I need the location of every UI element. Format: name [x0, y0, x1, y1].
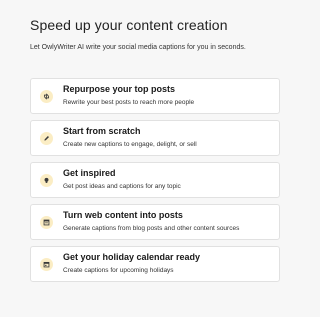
- option-get-inspired[interactable]: Get inspired Get post ideas and captions…: [30, 162, 280, 198]
- options-list: Repurpose your top posts Rewrite your be…: [30, 78, 280, 288]
- option-description: Generate captions from blog posts and ot…: [63, 225, 240, 232]
- option-description: Rewrite your best posts to reach more pe…: [63, 99, 195, 106]
- content-creation-panel: Speed up your content creation Let OwlyW…: [0, 0, 310, 317]
- lightbulb-icon: [40, 174, 53, 187]
- option-repurpose-top-posts[interactable]: Repurpose your top posts Rewrite your be…: [30, 78, 280, 114]
- web-content-icon: [40, 216, 53, 229]
- option-label: Get inspired: [63, 168, 116, 178]
- calendar-icon: [40, 258, 53, 271]
- option-holiday-calendar[interactable]: Get your holiday calendar ready Create c…: [30, 246, 280, 282]
- page-title: Speed up your content creation: [30, 17, 228, 33]
- option-web-content-to-posts[interactable]: Turn web content into posts Generate cap…: [30, 204, 280, 240]
- option-start-from-scratch[interactable]: Start from scratch Create new captions t…: [30, 120, 280, 156]
- pencil-icon: [40, 132, 53, 145]
- option-description: Create new captions to engage, delight, …: [63, 141, 197, 148]
- option-description: Get post ideas and captions for any topi…: [63, 183, 181, 190]
- option-label: Get your holiday calendar ready: [63, 252, 201, 262]
- page-subtitle: Let OwlyWriter AI write your social medi…: [30, 44, 246, 51]
- option-label: Repurpose your top posts: [63, 84, 176, 94]
- option-label: Start from scratch: [63, 126, 141, 136]
- repurpose-icon: [40, 90, 53, 103]
- option-label: Turn web content into posts: [63, 210, 183, 220]
- option-description: Create captions for upcoming holidays: [63, 267, 174, 274]
